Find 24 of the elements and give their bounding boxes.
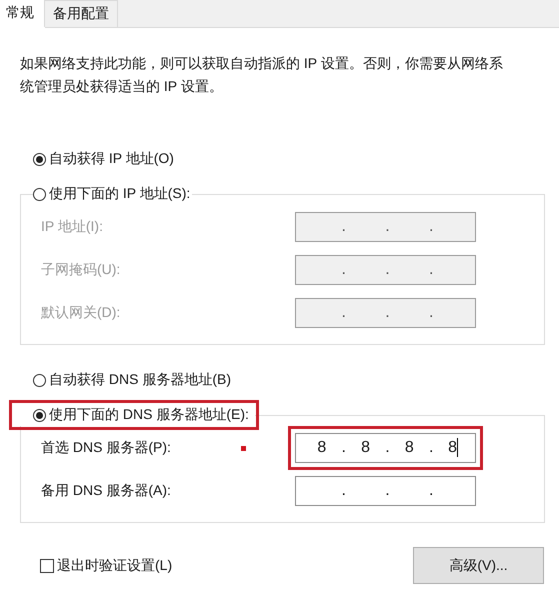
field-label: 默认网关(D): (41, 304, 122, 322)
radio-button[interactable] (33, 408, 46, 422)
radio-label: 使用下面的 IP 地址(S): (49, 185, 190, 203)
radio-button[interactable] (33, 152, 46, 166)
ip-address-field: . . . (295, 212, 476, 242)
field-label: 备用 DNS 服务器(A): (41, 482, 172, 500)
ip-address-field[interactable]: . . . (295, 476, 476, 506)
checkbox-label: 退出时验证设置(L) (57, 556, 172, 574)
ip-address-field: . . . (295, 254, 476, 284)
field-label: 子网掩码(U): (41, 260, 122, 278)
tab[interactable]: 备用配置 (44, 0, 118, 27)
field-label: IP 地址(I): (41, 218, 104, 236)
radio-label: 自动获得 IP 地址(O) (49, 150, 174, 168)
field-label: 首选 DNS 服务器(P): (41, 438, 172, 456)
checkbox[interactable] (40, 558, 54, 572)
ip-address-field[interactable]: 8 . 8 . 8 . 8 (295, 432, 476, 462)
description-text: 如果网络支持此功能，则可以获取自动指派的 IP 设置。否则，你需要从网络系统管理员处获得适当的 IP 设置。 (20, 54, 504, 96)
radio-button[interactable] (33, 188, 46, 200)
radio-label: 自动获得 DNS 服务器地址(B) (49, 371, 231, 389)
advanced-button[interactable]: 高级(V)... (413, 547, 544, 584)
radio-label: 使用下面的 DNS 服务器地址(E): (49, 406, 249, 424)
tab[interactable]: 常规 (0, 0, 45, 28)
ip-address-field: . . . (295, 298, 476, 328)
radio-button[interactable] (33, 374, 46, 386)
